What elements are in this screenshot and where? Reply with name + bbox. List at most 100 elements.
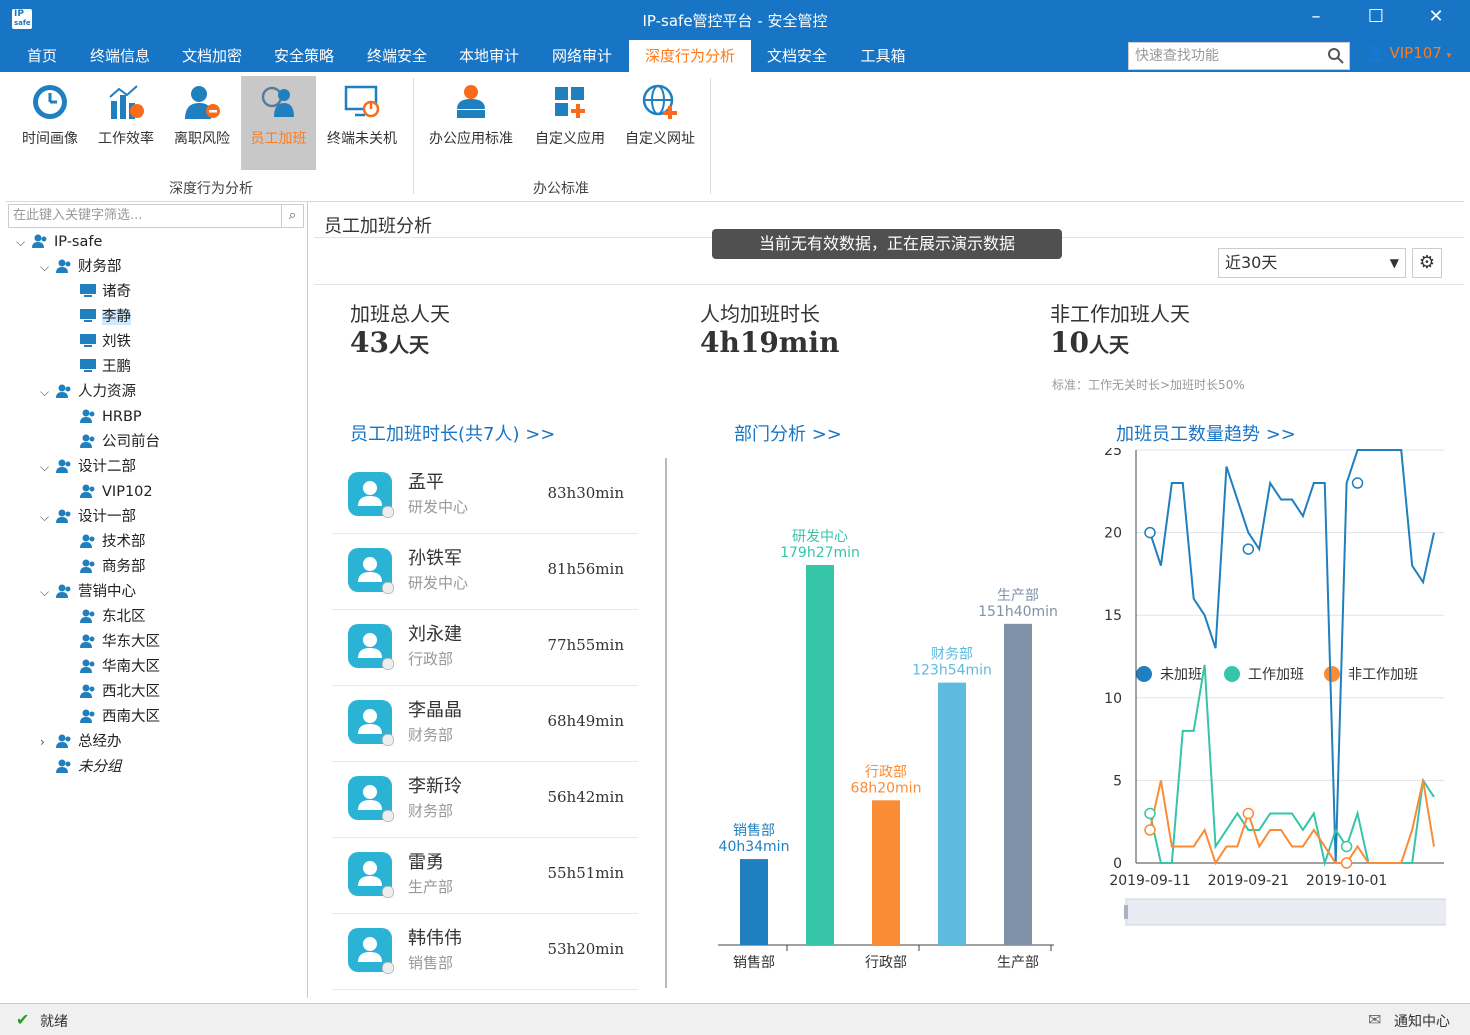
tree-node[interactable]: ⌵ 营销中心 [40,581,136,603]
ribbon-efficiency-button[interactable]: 工作效率 [90,76,162,170]
ribbon-not-shutdown-button[interactable]: 终端未关机 [320,76,404,170]
tree-node[interactable]: 华南大区 [64,656,160,678]
ribbon-label: 工作效率 [98,131,154,147]
bar [872,800,900,945]
user-risk-icon [182,82,222,122]
tree-node[interactable]: 王鹏 [64,356,131,378]
close-button[interactable]: ✕ [1416,6,1456,27]
tree-node[interactable]: 技术部 [64,531,146,553]
tree-node[interactable]: › 总经办 [40,731,122,753]
chevron-down-icon[interactable]: ⌵ [40,456,56,478]
tree-node-label: 商务部 [102,559,146,575]
menu-security-policy[interactable]: 安全策略 [264,40,344,72]
minimize-button[interactable]: – [1296,6,1336,27]
employee-row[interactable]: 雷勇 生产部 55h51min [332,838,638,914]
ribbon-custom-app-button[interactable]: 自定义应用 [528,76,612,170]
y-tick-label: 20 [1104,526,1122,542]
search-icon[interactable]: ⌕ [281,205,303,227]
globe-add-icon [640,82,680,122]
user-group-icon [80,408,96,423]
ribbon-overtime-button[interactable]: 员工加班 [241,76,316,170]
menu-terminal-info[interactable]: 终端信息 [80,40,160,72]
department-analysis-link[interactable]: 部门分析 >> [734,420,842,446]
period-value: 近30天 [1225,253,1278,272]
monitor-power-icon [342,82,382,122]
ribbon-label: 时间画像 [22,131,78,147]
employee-row[interactable]: 孟平 研发中心 83h30min [332,458,638,534]
tree-node[interactable]: 刘铁 [64,331,131,353]
menu-network-audit[interactable]: 网络审计 [542,40,622,72]
tree-node[interactable]: 西南大区 [64,706,160,728]
notification-center-link[interactable]: 通知中心 [1394,1011,1450,1031]
employee-name: 李晶晶 [408,700,462,721]
menu-doc-encrypt[interactable]: 文档加密 [172,40,252,72]
data-point-marker [1242,807,1255,820]
user-menu[interactable]: 👤 VIP107 ▾ [1366,44,1451,62]
tree-node[interactable]: 李静 [64,306,131,328]
chevron-down-icon[interactable]: ⌵ [16,231,32,253]
ribbon-time-profile-button[interactable]: 时间画像 [14,76,86,170]
ribbon-office-app-standard-button[interactable]: 办公应用标准 [422,76,520,170]
menu-local-audit[interactable]: 本地审计 [449,40,529,72]
menu-behavior-analysis[interactable]: 深度行为分析 [629,40,751,72]
menu-toolbox[interactable]: 工具箱 [850,40,916,72]
overtime-users-icon [259,82,299,122]
function-search-input[interactable]: 快速查找功能 [1128,42,1350,70]
zoom-slider[interactable] [1124,898,1446,926]
y-tick-label: 0 [1113,856,1122,872]
tree-node-label: 华东大区 [102,634,160,650]
employee-overtime-link[interactable]: 员工加班时长(共7人) >> [350,420,555,446]
tree-node[interactable]: 未分组 [40,756,122,778]
series-line [1149,664,1435,867]
employee-row[interactable]: 刘永建 行政部 77h55min [332,610,638,686]
gear-icon[interactable]: ⚙ [1412,248,1442,278]
tree-node[interactable]: 东北区 [64,606,146,628]
tree-node[interactable]: HRBP [64,406,142,428]
chevron-down-icon[interactable]: ⌵ [40,506,56,528]
ribbon-resign-risk-button[interactable]: 离职风险 [166,76,238,170]
tree-node-label: 公司前台 [102,434,160,450]
employee-row[interactable]: 李新玲 财务部 56h42min [332,762,638,838]
tree-node-label: 西南大区 [102,709,160,725]
chevron-down-icon[interactable]: ⌵ [40,581,56,603]
tree-node[interactable]: 诸奇 [64,281,131,303]
tree-node[interactable]: ⌵ 设计二部 [40,456,136,478]
period-select[interactable]: 近30天 ▼ [1218,248,1406,278]
employee-name: 李新玲 [408,776,462,797]
stat-value-total-days: 43人天 [350,326,429,359]
tree-node[interactable]: ⌵ 财务部 [40,256,122,278]
menu-home[interactable]: 首页 [14,40,70,72]
tree-node[interactable]: 华东大区 [64,631,160,653]
tree-node[interactable]: ⌵ 设计一部 [40,506,136,528]
chevron-down-icon: ▼ [1389,256,1399,270]
employee-row[interactable]: 李晶晶 财务部 68h49min [332,686,638,762]
menu-doc-security[interactable]: 文档安全 [757,40,837,72]
chevron-right-icon[interactable]: › [40,731,56,753]
header-divider [314,284,1464,285]
user-icon: 👤 [1366,44,1385,62]
tree-node[interactable]: ⌵ IP-safe [16,231,102,253]
tree-node[interactable]: 公司前台 [64,431,160,453]
tree-node[interactable]: 商务部 [64,556,146,578]
tree-node[interactable]: VIP102 [64,481,153,503]
employee-row[interactable]: 韩伟伟 销售部 53h20min [332,914,638,990]
x-tick-label: 2019-09-11 [1109,873,1190,889]
employee-row[interactable]: 孙铁军 研发中心 81h56min [332,534,638,610]
chevron-down-icon[interactable]: ⌵ [40,256,56,278]
ribbon-custom-url-button[interactable]: 自定义网址 [618,76,702,170]
mail-icon[interactable]: ✉ [1368,1010,1381,1029]
list-scrollbar[interactable] [665,458,667,988]
overtime-trend-link[interactable]: 加班员工数量趋势 >> [1116,420,1296,446]
chevron-down-icon[interactable]: ⌵ [40,381,56,403]
bar-label-value: 40h34min [719,839,790,855]
maximize-button[interactable]: ☐ [1356,6,1396,27]
y-tick-label: 10 [1104,691,1122,707]
tree-filter-input[interactable]: 在此键入关键字筛选... ⌕ [8,204,304,228]
user-group-icon [80,683,96,698]
department-bar-chart: 销售部40h34min研发中心179h27min行政部68h20min财务部12… [718,529,1058,971]
tree-node[interactable]: 西北大区 [64,681,160,703]
menu-terminal-security[interactable]: 终端安全 [357,40,437,72]
tree-node-label: 财务部 [78,259,122,275]
tree-node[interactable]: ⌵ 人力资源 [40,381,136,403]
ribbon-label: 终端未关机 [327,131,397,147]
